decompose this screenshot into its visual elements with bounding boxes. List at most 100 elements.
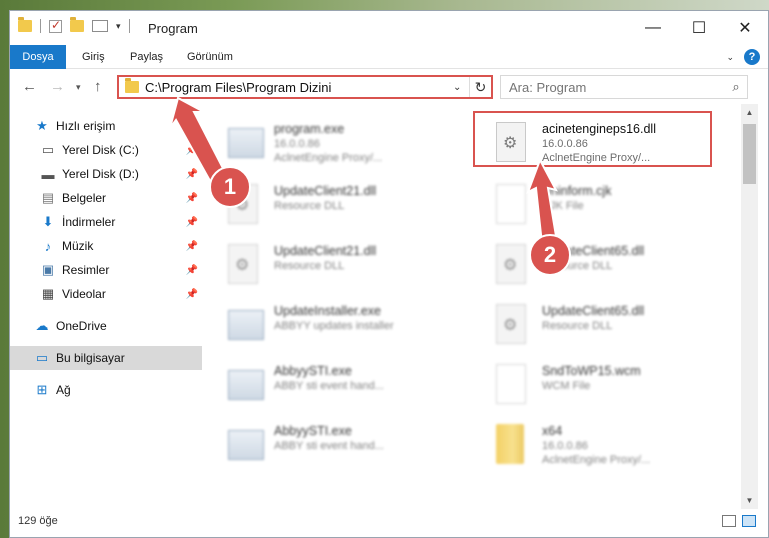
sidebar-item-label: OneDrive bbox=[56, 319, 107, 333]
tab-view[interactable]: Görünüm bbox=[187, 45, 233, 69]
file-detail: Resource DLL bbox=[274, 200, 345, 212]
list-item[interactable]: UpdateInstaller.exe ABBYY updates instal… bbox=[206, 300, 446, 356]
back-arrow-icon[interactable]: ← bbox=[22, 78, 37, 95]
pin-icon[interactable]: 📌 bbox=[186, 289, 198, 300]
scroll-up-arrow-icon[interactable]: ▲ bbox=[741, 104, 758, 121]
sidebar-item-quick-access[interactable]: ★ Hızlı erişim bbox=[34, 114, 226, 138]
tab-home[interactable]: Giriş bbox=[82, 45, 105, 69]
dll-icon bbox=[496, 244, 532, 288]
pin-icon[interactable]: 📌 bbox=[186, 145, 198, 156]
maximize-button[interactable]: ☐ bbox=[676, 11, 722, 45]
list-item[interactable]: AbbyySTI.exe ABBY sti event hand... bbox=[206, 360, 446, 416]
properties-check-icon[interactable] bbox=[49, 18, 62, 33]
folder-icon bbox=[18, 17, 32, 32]
file-name: UpdateClient21.dll bbox=[274, 244, 377, 258]
sidebar-item-label: Hızlı erişim bbox=[56, 119, 116, 133]
pin-icon[interactable]: 📌 bbox=[186, 169, 198, 180]
sidebar-item-label: Ağ bbox=[56, 383, 71, 397]
search-box[interactable]: ⌕ bbox=[500, 75, 748, 99]
callout-1: 1 bbox=[209, 166, 251, 208]
sidebar-item-this-pc[interactable]: ▭ Bu bilgisayar bbox=[10, 346, 202, 370]
ribbon-tabs: Dosya Giriş Paylaş Görünüm ⌄ ? bbox=[10, 45, 768, 69]
close-button[interactable]: ✕ bbox=[722, 11, 768, 45]
list-item[interactable]: Uninform.cjk CJK File bbox=[474, 180, 714, 236]
exe-icon bbox=[228, 304, 264, 348]
pin-icon[interactable]: 📌 bbox=[186, 241, 198, 252]
file-detail: Resource DLL bbox=[274, 260, 345, 272]
sidebar-item-downloads[interactable]: ⬇ İndirmeler 📌 bbox=[40, 210, 202, 234]
callout-2: 2 bbox=[529, 234, 571, 276]
navigation-bar: ← → ▾ ↑ C:\Program Files\Program Dizini … bbox=[10, 70, 768, 104]
music-icon: ♪ bbox=[44, 238, 52, 254]
divider bbox=[40, 19, 41, 33]
quick-access-toolbar: ▾ bbox=[18, 17, 130, 33]
file-name: UpdateClient21.dll bbox=[274, 184, 377, 198]
sidebar-item-pictures[interactable]: ▣ Resimler 📌 bbox=[40, 258, 202, 282]
pin-icon[interactable]: 📌 bbox=[186, 217, 198, 228]
file-name: UpdateInstaller.exe bbox=[274, 304, 382, 318]
help-icon[interactable]: ? bbox=[744, 49, 760, 65]
cloud-icon: ☁ bbox=[35, 318, 49, 333]
file-detail: ABBY sti event hand... bbox=[274, 380, 384, 392]
pin-icon[interactable]: 📌 bbox=[186, 193, 198, 204]
details-view-icon[interactable] bbox=[722, 515, 736, 527]
file-description: AclnetEngine Proxy/... bbox=[542, 454, 651, 466]
status-bar: 129 öğe bbox=[10, 509, 768, 537]
file-detail: ABBY sti event hand... bbox=[274, 440, 384, 452]
computer-icon: ▭ bbox=[35, 350, 49, 365]
sidebar-item-drive-d[interactable]: ▬ Yerel Disk (D:) 📌 bbox=[40, 162, 202, 186]
tab-file[interactable]: Dosya bbox=[10, 45, 66, 69]
minimize-button[interactable]: — bbox=[630, 11, 676, 45]
file-name: x64 bbox=[542, 424, 563, 438]
recent-locations-chevron-icon[interactable]: ▾ bbox=[76, 82, 81, 93]
list-item[interactable]: program.exe 16.0.0.86 AclnetEngine Proxy… bbox=[206, 118, 446, 174]
address-path[interactable]: C:\Program Files\Program Dizini bbox=[145, 80, 453, 95]
sidebar-item-label: Yerel Disk (D:) bbox=[62, 167, 139, 181]
list-item[interactable]: SndToWP15.wcm WCM File bbox=[474, 360, 714, 416]
folder-icon bbox=[125, 78, 139, 93]
drive-icon: ▭ bbox=[41, 142, 55, 157]
scroll-thumb[interactable] bbox=[743, 124, 756, 184]
sidebar-item-label: İndirmeler bbox=[62, 215, 116, 229]
new-folder-icon[interactable] bbox=[70, 17, 84, 32]
forward-arrow-icon[interactable]: → bbox=[50, 78, 65, 95]
vertical-scrollbar[interactable]: ▲ ▼ bbox=[741, 104, 758, 509]
sidebar-item-label: Bu bilgisayar bbox=[56, 351, 125, 365]
videos-icon: ▦ bbox=[41, 286, 55, 301]
sidebar-item-label: Yerel Disk (C:) bbox=[62, 143, 139, 157]
title-bar: ▾ Program — ☐ ✕ bbox=[10, 11, 768, 45]
sidebar-item-music[interactable]: ♪ Müzik 📌 bbox=[40, 234, 202, 258]
sidebar-item-videos[interactable]: ▦ Videolar 📌 bbox=[40, 282, 202, 306]
tab-share[interactable]: Paylaş bbox=[130, 45, 163, 69]
sidebar-item-onedrive[interactable]: ☁ OneDrive bbox=[34, 314, 226, 338]
list-item[interactable]: x64 16.0.0.86 AclnetEngine Proxy/... bbox=[474, 420, 714, 476]
ribbon-right-controls: ⌄ ? bbox=[726, 49, 760, 65]
folder-icon bbox=[496, 424, 532, 468]
sidebar-item-documents[interactable]: ▤ Belgeler 📌 bbox=[40, 186, 202, 210]
up-arrow-icon[interactable]: ↑ bbox=[94, 78, 102, 95]
list-item[interactable]: UpdateClient65.dll Resource DLL bbox=[474, 240, 714, 296]
search-icon[interactable]: ⌕ bbox=[725, 79, 747, 95]
sidebar-item-label: Resimler bbox=[62, 263, 110, 277]
file-name: AbbyySTI.exe bbox=[274, 364, 352, 378]
address-history-chevron-icon[interactable]: ⌄ bbox=[453, 82, 469, 93]
large-icons-view-icon[interactable] bbox=[742, 515, 756, 527]
view-icon[interactable] bbox=[92, 20, 108, 32]
sidebar-item-network[interactable]: ⊞ Ağ bbox=[34, 378, 226, 402]
pin-icon[interactable]: 📌 bbox=[186, 265, 198, 276]
scroll-down-arrow-icon[interactable]: ▼ bbox=[741, 492, 758, 509]
list-item[interactable]: UpdateClient65.dll Resource DLL bbox=[474, 300, 714, 356]
file-name: Uninform.cjk bbox=[542, 184, 612, 198]
window-title: Program bbox=[148, 21, 198, 36]
file-detail: CJK File bbox=[542, 200, 584, 212]
sidebar-item-drive-c[interactable]: ▭ Yerel Disk (C:) 📌 bbox=[40, 138, 202, 162]
customize-qat-chevron-icon[interactable]: ▾ bbox=[116, 21, 121, 32]
search-input[interactable] bbox=[509, 79, 725, 95]
expand-ribbon-chevron-icon[interactable]: ⌄ bbox=[726, 52, 734, 63]
list-item[interactable]: UpdateClient21.dll Resource DLL bbox=[206, 240, 446, 296]
file-detail: 16.0.0.86 bbox=[542, 440, 588, 452]
list-item[interactable]: AbbyySTI.exe ABBY sti event hand... bbox=[206, 420, 446, 476]
file-detail: ABBYY updates installer bbox=[274, 320, 394, 332]
address-bar[interactable]: C:\Program Files\Program Dizini ⌄ ↻ bbox=[117, 75, 493, 99]
refresh-icon[interactable]: ↻ bbox=[469, 77, 491, 97]
